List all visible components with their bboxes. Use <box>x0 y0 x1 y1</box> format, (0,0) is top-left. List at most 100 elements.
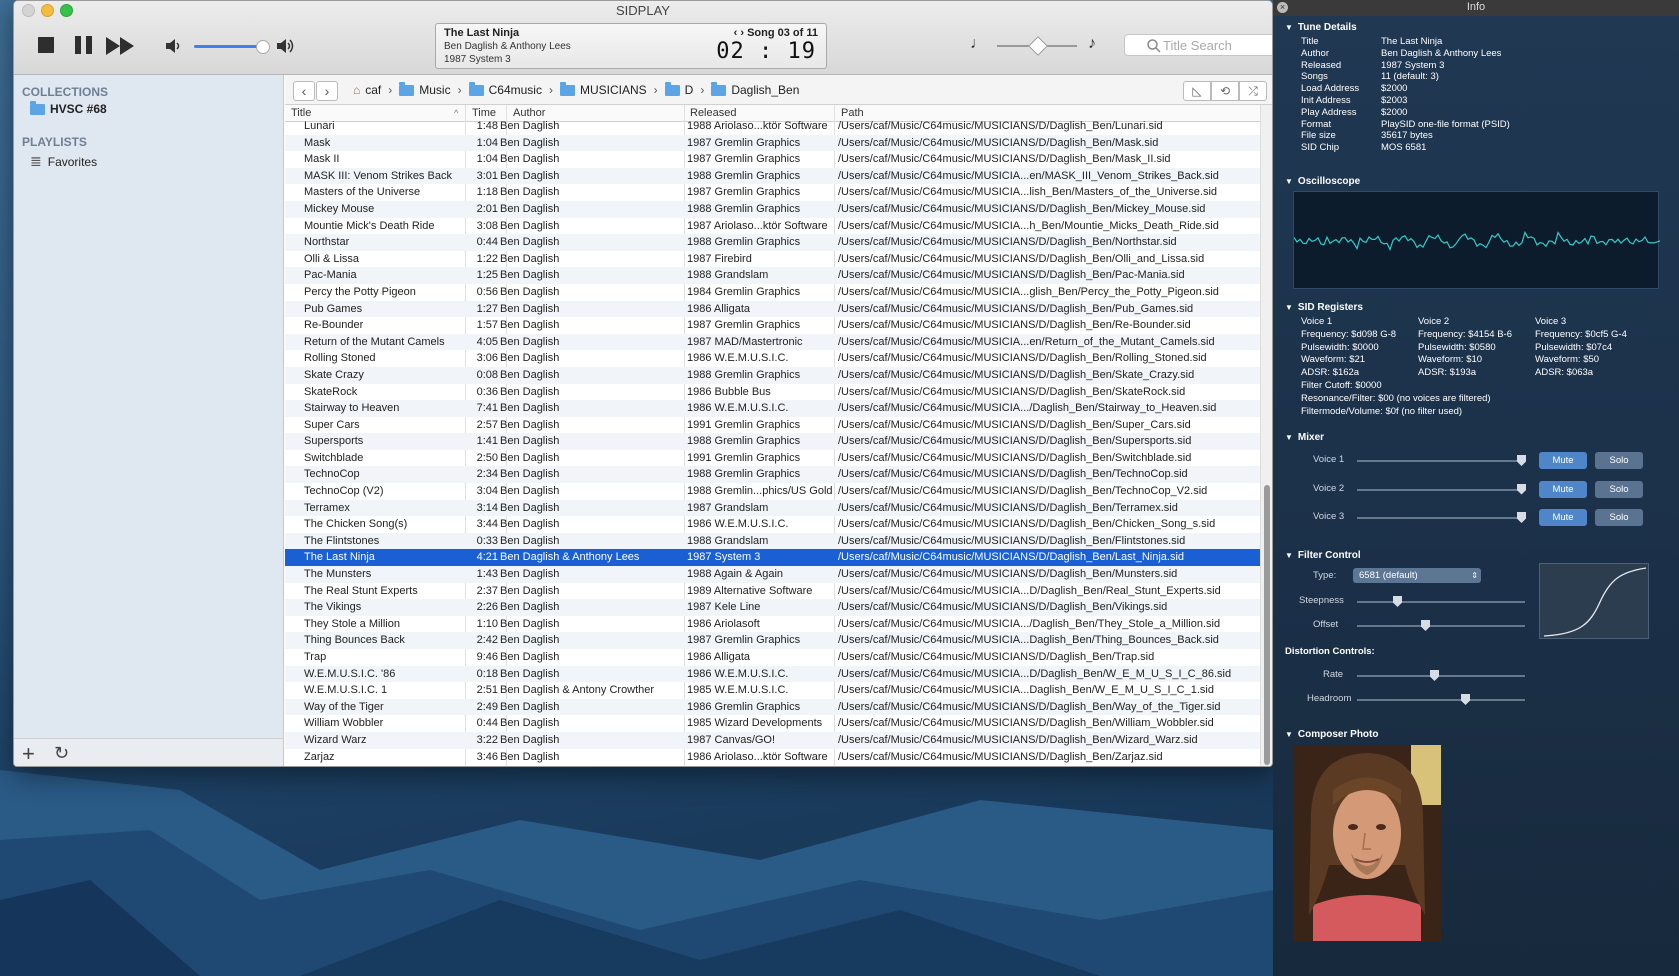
table-row[interactable]: Masters of the Universe 1:18 Ben Daglish 19… <box>285 184 1261 201</box>
crumb-caf[interactable]: caf <box>365 83 381 97</box>
table-scrollbar[interactable] <box>1260 105 1272 766</box>
table-row[interactable]: Wizard Warz 3:22 Ben Daglish 1987 Canvas/GO… <box>285 731 1261 749</box>
table-row[interactable]: Mask 1:04 Ben Daglish 1987 Gremlin Graphics… <box>285 134 1261 152</box>
table-row[interactable]: Olli & Lissa 1:22 Ben Daglish 1987 Firebird… <box>285 251 1261 268</box>
table-row[interactable]: MASK III: Venom Strikes Back 3:01 Ben Dagl… <box>285 167 1261 185</box>
fast-forward-button[interactable] <box>106 37 136 60</box>
cell-author: Ben Daglish <box>500 651 560 663</box>
table-row[interactable]: W.E.M.U.S.I.C. 1 2:51 Ben Daglish & Antony… <box>285 682 1261 699</box>
table-row[interactable]: The Chicken Song(s) 3:44 Ben Daglish 1986 W… <box>285 516 1261 533</box>
cell-path: /Users/caf/Music/C64music/MUSICIANS/D/Da… <box>838 302 1194 315</box>
table-row[interactable]: Zarjaz 3:46 Ben Daglish 1986 Ariolaso...ktö… <box>285 749 1261 766</box>
table-row[interactable]: Pub Games 1:27 Ben Daglish 1986 Alligata/Us… <box>285 300 1261 318</box>
repeat-button[interactable]: ⟲ <box>1211 81 1239 101</box>
table-row[interactable]: Way of the Tiger 2:49 Ben Daglish 1986 Grem… <box>285 698 1261 716</box>
cell-released: 1986 W.E.M.U.S.I.C. <box>687 518 789 531</box>
title-search-input[interactable]: Title Search <box>1124 34 1272 56</box>
table-row[interactable]: The Last Ninja 4:21 Ben Daglish & Anthony … <box>285 549 1261 567</box>
table-row[interactable]: Pac-Mania 1:25 Ben Daglish 1988 Grandslam/U… <box>285 267 1261 284</box>
crumb-daglish-ben[interactable]: Daglish_Ben <box>731 83 799 97</box>
cell-time: 0:56 <box>476 285 498 298</box>
volume-slider[interactable] <box>194 40 270 54</box>
headroom-slider[interactable] <box>1357 694 1525 705</box>
mute-button[interactable]: Mute <box>1539 452 1587 469</box>
sidebar: COLLECTIONS HVSC #68 PLAYLISTS ≣ Favorit… <box>14 75 284 766</box>
song-selector[interactable]: ‹ › Song 03 of 11 <box>734 27 818 39</box>
tune-value: The Last Ninja <box>1381 36 1443 47</box>
table-row[interactable]: Percy the Potty Pigeon 0:56 Ben Daglish 198… <box>285 284 1261 301</box>
table-row[interactable]: Re-Bounder 1:57 Ben Daglish 1987 Gremlin Gr… <box>285 317 1261 334</box>
tune-details-header[interactable]: Tune Details <box>1285 22 1357 33</box>
table-row[interactable]: Northstar 0:44 Ben Daglish 1988 Gremlin Gra… <box>285 234 1261 251</box>
refresh-icon[interactable]: ↻ <box>54 743 69 764</box>
close-icon[interactable]: × <box>1277 2 1288 13</box>
table-row[interactable]: They Stole a Million 1:10 Ben Daglish 1986 … <box>285 616 1261 633</box>
sidebar-item-favorites[interactable]: ≣ Favorites <box>30 153 97 170</box>
graph-button[interactable]: ◺ <box>1183 81 1211 101</box>
table-row[interactable]: W.E.M.U.S.I.C. '86 0:18 Ben Daglish 1986 W.… <box>285 665 1261 683</box>
table-row[interactable]: The Flintstones 0:33 Ben Daglish 1988 Grand… <box>285 532 1261 550</box>
solo-button[interactable]: Solo <box>1595 452 1643 469</box>
search-icon <box>1147 39 1161 53</box>
forward-button[interactable]: › <box>316 81 338 101</box>
rate-slider[interactable] <box>1357 670 1525 681</box>
sidebar-item-hvsc[interactable]: HVSC #68 <box>30 100 107 116</box>
mixer-volume-slider[interactable] <box>1357 512 1526 523</box>
table-row[interactable]: The Real Stunt Experts 2:37 Ben Daglish 198… <box>285 583 1261 600</box>
mixer-volume-slider[interactable] <box>1357 455 1526 466</box>
cell-released: 1987 Grandslam <box>687 501 769 514</box>
tempo-slider[interactable] <box>997 45 1077 47</box>
composer-photo-header[interactable]: Composer Photo <box>1285 729 1379 740</box>
steepness-slider[interactable] <box>1357 596 1525 607</box>
table-row[interactable]: Mask II 1:04 Ben Daglish 1987 Gremlin Graph… <box>285 151 1261 168</box>
cell-released: 1986 Alligata <box>687 302 750 315</box>
table-row[interactable]: Mickey Mouse 2:01 Ben Daglish 1988 Gremlin … <box>285 200 1261 218</box>
solo-button[interactable]: Solo <box>1595 509 1643 526</box>
table-row[interactable]: Supersports 1:41 Ben Daglish 1988 Gremlin G… <box>285 433 1261 450</box>
table-row[interactable]: Super Cars 2:57 Ben Daglish 1991 Gremlin Gr… <box>285 417 1261 434</box>
cell-path: /Users/caf/Music/C64music/MUSICIANS/D/Da… <box>838 468 1188 481</box>
mixer-header[interactable]: Mixer <box>1285 432 1324 443</box>
filter-control-header[interactable]: Filter Control <box>1285 550 1361 561</box>
table-row[interactable]: The Munsters 1:43 Ben Daglish 1988 Again & … <box>285 566 1261 583</box>
table-row[interactable]: TechnoCop 2:34 Ben Daglish 1988 Gremlin Gra… <box>285 466 1261 484</box>
oscilloscope-header[interactable]: Oscilloscope <box>1285 176 1360 187</box>
mixer-volume-slider[interactable] <box>1357 483 1526 495</box>
tune-key: Play Address <box>1301 106 1357 118</box>
add-icon[interactable]: + <box>22 741 35 766</box>
crumb-d[interactable]: D <box>685 83 694 97</box>
pause-button[interactable] <box>74 35 94 60</box>
table-row[interactable]: TechnoCop (V2) 3:04 Ben Daglish 1988 Gremli… <box>285 483 1261 500</box>
cell-path: /Users/caf/Music/C64music/MUSICIANS/D/Da… <box>838 451 1192 464</box>
back-button[interactable]: ‹ <box>293 81 315 101</box>
table-row[interactable]: Lunari 1:48 Ben Daglish 1988 Ariolaso...ktö… <box>285 118 1261 135</box>
table-row[interactable]: Stairway to Heaven 7:41 Ben Daglish 1986 W.… <box>285 400 1261 417</box>
table-row[interactable]: Terramex 3:14 Ben Daglish 1987 Grandslam/Us… <box>285 499 1261 517</box>
stop-button[interactable] <box>38 37 54 53</box>
solo-button[interactable]: Solo <box>1595 480 1643 498</box>
table-row[interactable]: Rolling Stoned 3:06 Ben Daglish 1986 W.E.M.… <box>285 350 1261 367</box>
table-row[interactable]: Thing Bounces Back 2:42 Ben Daglish 1987 Gr… <box>285 632 1261 649</box>
mute-button[interactable]: Mute <box>1539 480 1587 498</box>
cell-title: TechnoCop <box>304 468 360 481</box>
table-row[interactable]: Mountie Mick's Death Ride 3:08 Ben Daglish… <box>285 218 1261 235</box>
cell-title: Terramex <box>304 501 350 514</box>
crumb-musicians[interactable]: MUSICIANS <box>580 83 647 97</box>
sid-registers-header[interactable]: SID Registers <box>1285 302 1363 313</box>
filter-type-select[interactable]: 6581 (default) ⇕ <box>1353 568 1481 583</box>
crumb-music[interactable]: Music <box>419 83 450 97</box>
table-row[interactable]: Skate Crazy 0:08 Ben Daglish 1988 Gremlin G… <box>285 366 1261 384</box>
shuffle-button[interactable]: ⤮ <box>1239 81 1267 101</box>
table-row[interactable]: SkateRock 0:36 Ben Daglish 1986 Bubble Bus /… <box>285 384 1261 401</box>
crumb-c64music[interactable]: C64music <box>489 83 542 97</box>
tune-key: Songs <box>1301 71 1328 83</box>
mute-button[interactable]: Mute <box>1539 509 1587 526</box>
cell-time: 2:26 <box>476 601 498 614</box>
cell-title: The Chicken Song(s) <box>304 518 408 531</box>
table-row[interactable]: Switchblade 2:50 Ben Daglish 1991 Gremlin G… <box>285 450 1261 467</box>
offset-slider[interactable] <box>1357 620 1525 631</box>
table-row[interactable]: The Vikings 2:26 Ben Daglish 1987 Kele Line… <box>285 599 1261 616</box>
table-row[interactable]: William Wobbler 0:44 Ben Daglish 1985 Wizar… <box>285 715 1261 732</box>
table-row[interactable]: Trap 9:46 Ben Daglish 1986 Alligata/Users/c… <box>285 649 1261 666</box>
table-row[interactable]: Return of the Mutant Camels 4:05 Ben Dagli… <box>285 333 1261 351</box>
